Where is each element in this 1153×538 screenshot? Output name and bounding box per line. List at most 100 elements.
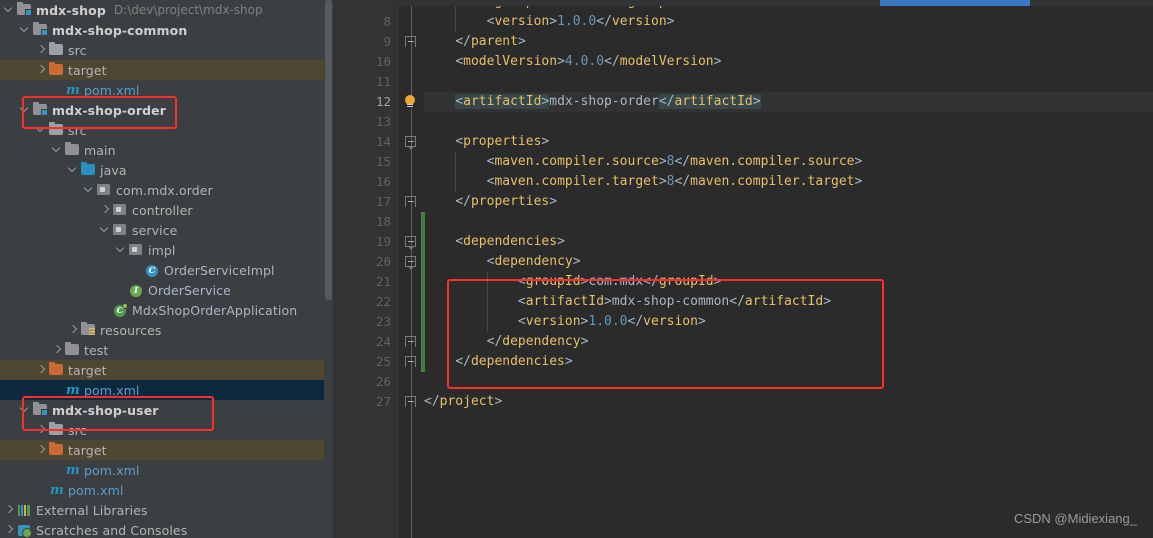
tree-item-target[interactable]: target — [0, 60, 333, 80]
chevron-down-icon[interactable] — [36, 120, 47, 140]
tree-item-target[interactable]: target — [0, 440, 333, 460]
maven-pom-icon: m — [66, 83, 80, 98]
chevron-down-icon[interactable] — [84, 180, 95, 200]
code-line[interactable]: <modelVersion>4.0.0</modelVersion> — [424, 52, 1153, 72]
editor-gutter[interactable]: 789101112131415161718192021222324252627 — [333, 0, 399, 538]
tree-item-test[interactable]: test — [0, 340, 333, 360]
tree-item-orderservice[interactable]: I OrderService — [0, 280, 333, 300]
code-line[interactable] — [424, 112, 1153, 132]
tree-item-mdx-shop-order[interactable]: mdx-shop-order — [0, 100, 333, 120]
code-token: dependency — [494, 254, 573, 269]
code-line[interactable]: <properties> — [424, 132, 1153, 152]
tree-item-mdxshoporderapplication[interactable]: C MdxShopOrderApplication — [0, 300, 333, 320]
code-line[interactable]: <maven.compiler.target>8</maven.compiler… — [424, 172, 1153, 192]
code-line[interactable]: <groupId>com.mdx</groupId> — [424, 272, 1153, 292]
code-line[interactable]: <version>1.0.0</version> — [424, 12, 1153, 32]
fold-end-icon[interactable] — [405, 336, 418, 349]
code-line[interactable]: </dependencies> — [424, 352, 1153, 372]
chevron-right-icon[interactable] — [36, 440, 47, 460]
chevron-down-icon[interactable] — [20, 100, 31, 120]
chevron-down-icon[interactable] — [100, 220, 111, 240]
fold-collapse-icon[interactable] — [405, 236, 418, 250]
chevron-down-icon[interactable] — [4, 0, 15, 20]
code-line[interactable] — [424, 212, 1153, 232]
chevron-down-icon[interactable] — [52, 140, 63, 160]
tree-item-pom-xml[interactable]: m pom.xml — [0, 460, 333, 480]
line-number: 8 — [383, 14, 391, 29]
fold-end-icon[interactable] — [405, 36, 418, 49]
tree-item-controller[interactable]: controller — [0, 200, 333, 220]
tree-item-label: OrderService — [148, 282, 231, 298]
tree-item-scratches-and-consoles[interactable]: Scratches and Consoles — [0, 520, 333, 538]
vcs-change-marker[interactable] — [421, 212, 425, 372]
tree-item-orderserviceimpl[interactable]: C OrderServiceImpl — [0, 260, 333, 280]
tree-item-src[interactable]: src — [0, 40, 333, 60]
chevron-down-icon[interactable] — [116, 240, 127, 260]
code-line[interactable] — [424, 72, 1153, 92]
code-line[interactable]: </dependency> — [424, 332, 1153, 352]
project-tool-window[interactable]: mdx-shop D:\dev\project\mdx-shop mdx-shop-… — [0, 0, 333, 538]
tree-item-pom-xml[interactable]: m pom.xml — [0, 80, 333, 100]
indent-guide — [455, 152, 457, 192]
tree-item-java[interactable]: java — [0, 160, 333, 180]
tree-item-main[interactable]: main — [0, 140, 333, 160]
maven-pom-icon: m — [50, 483, 64, 498]
chevron-right-icon[interactable] — [52, 340, 63, 360]
chevron-down-icon[interactable] — [68, 160, 79, 180]
tree-item-src[interactable]: src — [0, 120, 333, 140]
code-line[interactable]: <dependencies> — [424, 232, 1153, 252]
tree-no-arrow — [100, 300, 111, 320]
fold-end-icon[interactable] — [405, 396, 418, 409]
excluded-folder-icon — [47, 361, 65, 378]
tree-item-mdx-shop-common[interactable]: mdx-shop-common — [0, 20, 333, 40]
code-line[interactable]: </parent> — [424, 32, 1153, 52]
chevron-right-icon[interactable] — [36, 420, 47, 440]
tree-item-com-mdx-order[interactable]: com.mdx.order — [0, 180, 333, 200]
tree-item-impl[interactable]: impl — [0, 240, 333, 260]
tree-item-target[interactable]: target — [0, 360, 333, 380]
editor-code-area[interactable]: <groupId>com.mdx</groupId> <version>1.0.… — [424, 0, 1153, 538]
tree-item-service[interactable]: service — [0, 220, 333, 240]
chevron-right-icon[interactable] — [68, 320, 79, 340]
fold-end-icon[interactable] — [405, 196, 418, 209]
tree-item-external-libraries[interactable]: External Libraries — [0, 500, 333, 520]
intention-bulb-icon[interactable] — [403, 95, 417, 109]
fold-end-icon[interactable] — [405, 356, 418, 369]
code-line[interactable] — [424, 372, 1153, 392]
project-tree-scrollbar-thumb[interactable] — [325, 0, 332, 300]
chevron-down-icon[interactable] — [20, 20, 31, 40]
chevron-right-icon[interactable] — [36, 40, 47, 60]
chevron-right-icon[interactable] — [36, 360, 47, 380]
indexing-progress-bar[interactable] — [880, 0, 1030, 6]
tree-item-resources[interactable]: resources — [0, 320, 333, 340]
code-line[interactable]: </project> — [424, 392, 1153, 412]
maven-pom-icon: m — [66, 383, 80, 398]
code-token: > — [713, 274, 722, 289]
project-tree-scrollbar[interactable] — [324, 0, 333, 538]
pom-xml-editor[interactable]: 789101112131415161718192021222324252627 … — [333, 0, 1153, 538]
indexing-progress-track — [333, 0, 1153, 6]
code-line[interactable]: <artifactId>mdx-shop-common</artifactId> — [424, 292, 1153, 312]
chevron-down-icon[interactable] — [20, 400, 31, 420]
chevron-right-icon[interactable] — [4, 520, 15, 538]
code-line[interactable]: <dependency> — [424, 252, 1153, 272]
code-line[interactable]: <artifactId>mdx-shop-order</artifactId> — [424, 92, 1153, 112]
code-line[interactable]: <version>1.0.0</version> — [424, 312, 1153, 332]
code-token: dependencies — [463, 234, 558, 249]
line-number: 17 — [375, 194, 391, 209]
code-token: 4.0.0 — [564, 54, 605, 69]
code-line[interactable]: <maven.compiler.source>8</maven.compiler… — [424, 152, 1153, 172]
tree-item-mdx-shop-user[interactable]: mdx-shop-user — [0, 400, 333, 420]
code-line[interactable]: </properties> — [424, 192, 1153, 212]
fold-collapse-icon[interactable] — [405, 256, 418, 270]
tree-item-src[interactable]: src — [0, 420, 333, 440]
tree-item-pom-xml[interactable]: m pom.xml — [0, 380, 333, 400]
tree-item-pom-xml[interactable]: m pom.xml — [0, 480, 333, 500]
chevron-right-icon[interactable] — [36, 60, 47, 80]
tree-item-label: External Libraries — [36, 502, 148, 518]
chevron-right-icon[interactable] — [100, 200, 111, 220]
fold-collapse-icon[interactable] — [405, 136, 418, 150]
chevron-right-icon[interactable] — [4, 500, 15, 520]
tree-item-mdx-shop[interactable]: mdx-shop D:\dev\project\mdx-shop — [0, 0, 333, 20]
